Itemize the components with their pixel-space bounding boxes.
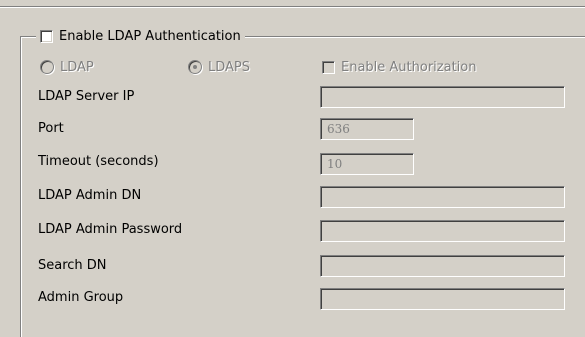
ldap-admin-password-label: LDAP Admin Password bbox=[38, 222, 183, 237]
enable-authorization-checkbox-box[interactable] bbox=[322, 60, 335, 74]
radio-ldap[interactable]: LDAP bbox=[40, 58, 94, 76]
radio-ldaps[interactable]: LDAPS bbox=[188, 58, 250, 76]
previous-panel-edge bbox=[0, 0, 585, 8]
port-label: Port bbox=[38, 121, 64, 136]
enable-ldap-authentication-checkbox[interactable]: Enable LDAP Authentication bbox=[36, 27, 245, 45]
timeout-field[interactable]: 10 bbox=[320, 153, 414, 175]
radio-ldaps-label: LDAPS bbox=[208, 59, 251, 75]
ldap-server-ip-label: LDAP Server IP bbox=[38, 89, 135, 104]
radio-ldap-button[interactable] bbox=[40, 60, 54, 74]
radio-ldaps-button[interactable] bbox=[188, 60, 202, 74]
ldap-admin-password-field[interactable] bbox=[320, 220, 565, 242]
ldap-server-ip-field[interactable] bbox=[320, 86, 565, 108]
enable-authorization-label: Enable Authorization bbox=[341, 59, 477, 75]
port-field[interactable]: 636 bbox=[320, 118, 414, 140]
radio-ldap-label: LDAP bbox=[60, 59, 94, 75]
search-dn-field[interactable] bbox=[320, 255, 565, 277]
admin-group-field[interactable] bbox=[320, 288, 565, 310]
search-dn-label: Search DN bbox=[38, 258, 107, 273]
timeout-label: Timeout (seconds) bbox=[38, 154, 159, 169]
enable-ldap-authentication-label: Enable LDAP Authentication bbox=[59, 28, 241, 44]
ldap-admin-dn-field[interactable] bbox=[320, 186, 565, 208]
radio-selected-dot bbox=[193, 65, 197, 69]
enable-authorization-checkbox[interactable]: Enable Authorization bbox=[322, 58, 476, 76]
admin-group-label: Admin Group bbox=[38, 290, 124, 305]
panel-edge-highlight bbox=[0, 7, 585, 8]
ldap-admin-dn-label: LDAP Admin DN bbox=[38, 188, 142, 203]
enable-ldap-authentication-checkbox-box[interactable] bbox=[40, 29, 53, 43]
